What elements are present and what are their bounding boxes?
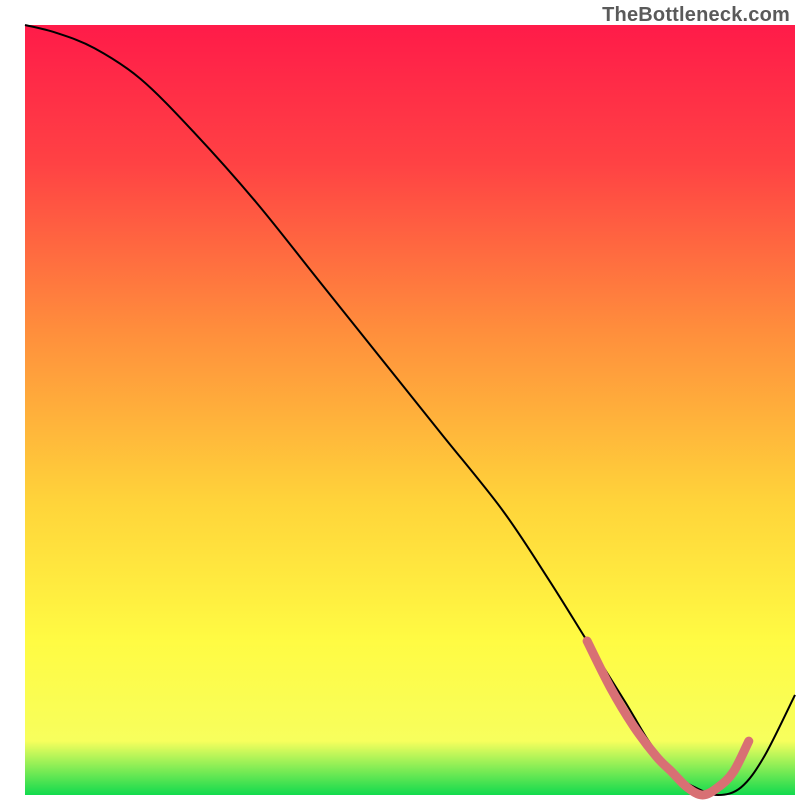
bottleneck-chart <box>0 0 800 800</box>
chart-container: TheBottleneck.com <box>0 0 800 800</box>
gradient-background <box>25 25 795 795</box>
